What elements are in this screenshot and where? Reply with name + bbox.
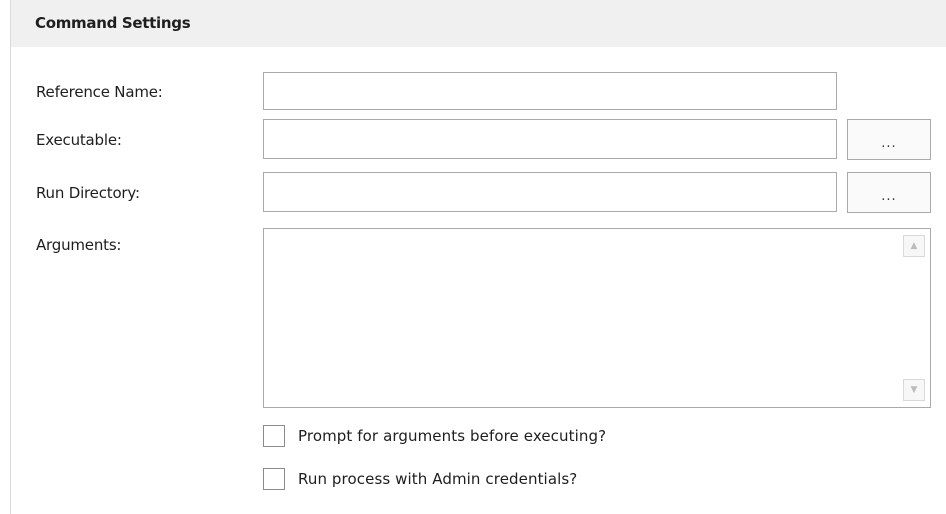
section-title: Command Settings [35,14,191,32]
section-header: Command Settings [11,0,946,47]
run-directory-browse-button[interactable]: ... [847,172,931,213]
scroll-down-icon[interactable]: ▼ [903,379,925,401]
panel-left-border [10,0,11,514]
executable-browse-label: ... [881,136,897,151]
prompt-arguments-checkbox[interactable] [263,425,285,447]
executable-input[interactable] [263,119,837,159]
run-as-admin-checkbox[interactable] [263,468,285,490]
prompt-arguments-label[interactable]: Prompt for arguments before executing? [298,427,606,445]
run-as-admin-label[interactable]: Run process with Admin credentials? [298,470,577,488]
run-directory-browse-label: ... [881,189,897,204]
arguments-scrollbar[interactable]: ▲ ▼ [896,229,930,407]
arguments-label: Arguments: [36,236,122,254]
reference-name-label: Reference Name: [36,83,163,101]
run-directory-label: Run Directory: [36,184,140,202]
executable-browse-button[interactable]: ... [847,119,931,160]
run-directory-input[interactable] [263,172,837,212]
arguments-textarea[interactable] [264,229,896,407]
executable-label: Executable: [36,131,122,149]
scroll-up-icon[interactable]: ▲ [903,235,925,257]
prompt-arguments-option[interactable]: Prompt for arguments before executing? [263,424,606,448]
reference-name-input[interactable] [263,72,837,110]
run-as-admin-option[interactable]: Run process with Admin credentials? [263,467,577,491]
arguments-field: ▲ ▼ [263,228,931,408]
